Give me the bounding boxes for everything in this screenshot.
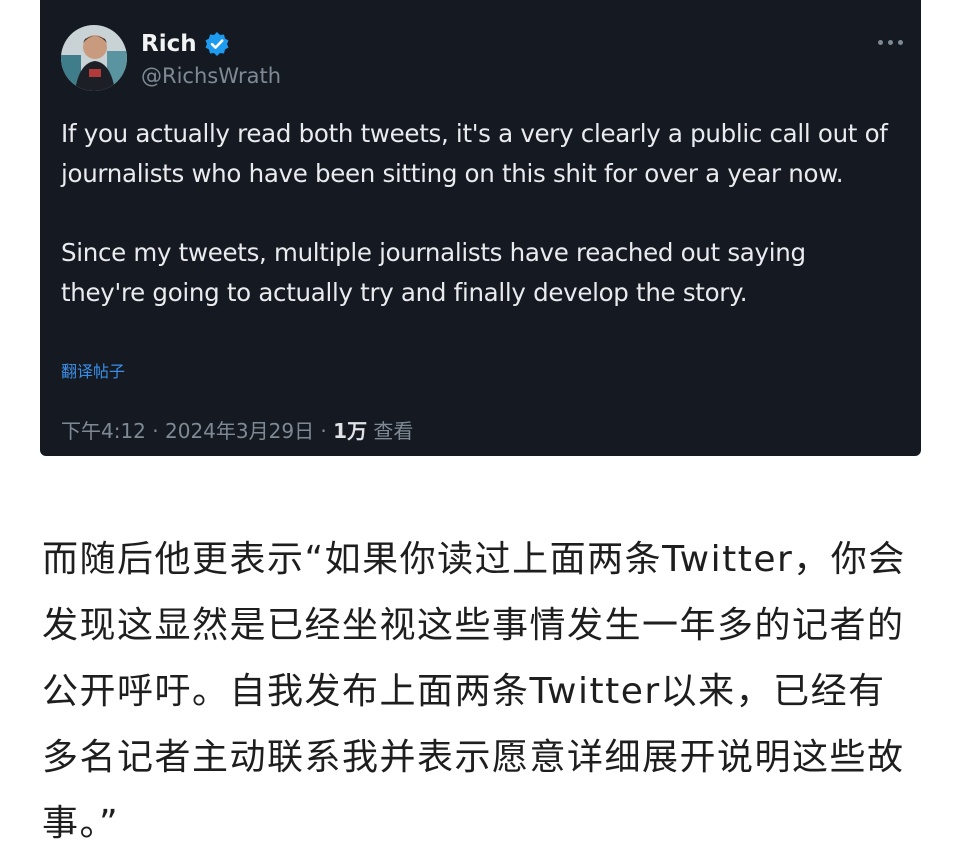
tweet-paragraph: If you actually read both tweets, it's a… bbox=[61, 119, 888, 188]
separator: · bbox=[145, 419, 165, 443]
tweet-date[interactable]: 2024年3月29日 bbox=[165, 419, 314, 443]
views-label: 查看 bbox=[367, 419, 414, 443]
tweet-paragraph: Since my tweets, multiple journalists ha… bbox=[61, 238, 806, 307]
dot bbox=[898, 39, 903, 45]
dot bbox=[888, 39, 893, 45]
views-count: 1万 bbox=[333, 419, 368, 443]
dot bbox=[878, 39, 883, 45]
more-icon[interactable] bbox=[878, 36, 910, 48]
display-name[interactable]: Rich bbox=[141, 30, 197, 58]
tweet-time[interactable]: 下午4:12 bbox=[61, 419, 146, 443]
user-handle[interactable]: @RichsWrath bbox=[141, 62, 281, 90]
avatar[interactable] bbox=[61, 25, 127, 91]
verified-badge-icon bbox=[205, 32, 229, 56]
tweet-metadata: 下午4:12 · 2024年3月29日 · 1万 查看 bbox=[61, 417, 413, 445]
separator: · bbox=[314, 419, 334, 443]
tweet-text: If you actually read both tweets, it's a… bbox=[61, 114, 891, 313]
translate-post-link[interactable]: 翻译帖子 bbox=[61, 360, 125, 384]
article-paragraph: 而随后他更表示“如果你读过上面两条Twitter，你会发现这显然是已经坐视这些事… bbox=[42, 539, 906, 844]
